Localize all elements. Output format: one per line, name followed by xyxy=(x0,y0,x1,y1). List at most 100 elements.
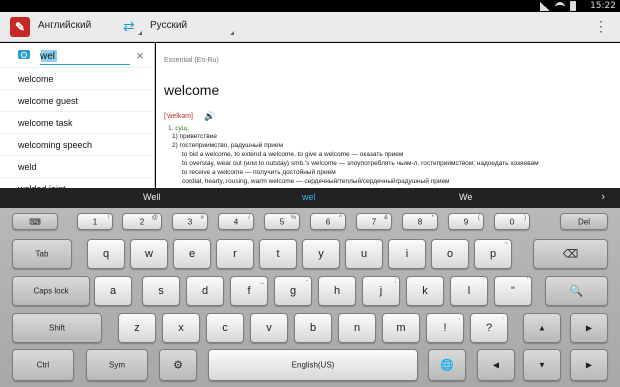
key-1[interactable]: 1! xyxy=(77,213,113,230)
key-6[interactable]: 6 ^ xyxy=(310,213,346,230)
definition-line: to receive a welcome — получить достойны… xyxy=(182,169,336,176)
key-a[interactable]: a xyxy=(94,276,132,306)
arrow-right-key-bottom[interactable]: ▶ xyxy=(570,349,608,381)
battery-icon xyxy=(570,1,576,11)
key-7[interactable]: 7 & xyxy=(356,213,392,230)
key-l[interactable]: l: xyxy=(450,276,488,306)
chevron-right-icon[interactable]: › xyxy=(601,191,605,203)
list-item[interactable]: welcome task xyxy=(0,112,154,134)
speaker-icon[interactable]: 🔊 xyxy=(204,111,215,122)
caps-lock-key[interactable]: Caps lock xyxy=(12,276,90,306)
key-5[interactable]: 5% xyxy=(264,213,300,230)
list-item[interactable]: welcome guest xyxy=(0,90,154,112)
entry-pane: Essential (En-Ru) welcome ['welkəm] 🔊 1.… xyxy=(156,43,620,188)
key-quote[interactable]: " ' xyxy=(494,276,532,306)
shift-key[interactable]: Shift xyxy=(12,313,102,343)
list-item[interactable]: welded joint xyxy=(0,178,154,188)
key-y[interactable]: y xyxy=(302,239,340,269)
headword: welcome xyxy=(164,82,220,98)
key-0[interactable]: 0) xyxy=(494,213,530,230)
definition-line: 1) приветствие xyxy=(172,133,217,140)
key-c[interactable]: c xyxy=(206,313,244,343)
delete-key[interactable]: Del xyxy=(560,213,608,230)
camera-icon[interactable] xyxy=(18,50,30,59)
dictionary-name: Essential (En-Ru) xyxy=(164,57,219,64)
suggestion-item[interactable]: wel xyxy=(302,192,316,202)
key-i[interactable]: i xyxy=(388,239,426,269)
key-8[interactable]: 8 * xyxy=(402,213,438,230)
arrow-down-key[interactable]: ▼ xyxy=(523,349,561,381)
overflow-menu-icon[interactable]: ⋮ xyxy=(594,18,608,34)
clear-icon[interactable]: × xyxy=(136,48,144,63)
key-h[interactable]: h xyxy=(318,276,356,306)
source-language-label: Английский xyxy=(38,20,92,31)
list-item[interactable]: welcome xyxy=(0,68,154,90)
globe-icon: 🌐 xyxy=(440,359,454,372)
backspace-key[interactable]: ⌫ xyxy=(533,239,608,269)
sym-key[interactable]: Sym xyxy=(86,349,148,381)
key-z[interactable]: z xyxy=(118,313,156,343)
app-logo-icon[interactable]: ✎ xyxy=(10,17,30,37)
key-9[interactable]: 9( xyxy=(448,213,484,230)
key-q[interactable]: q xyxy=(87,239,125,269)
arrow-left-icon: ◀ xyxy=(492,360,500,370)
action-bar: ✎ Английский ⇄ Русский ⋮ xyxy=(0,12,620,42)
arrow-right-key[interactable]: ▶ xyxy=(570,313,608,343)
key-e[interactable]: e xyxy=(173,239,211,269)
arrow-down-icon: ▼ xyxy=(538,360,546,370)
arrow-right-icon: ▶ xyxy=(585,323,593,333)
key-w[interactable]: w xyxy=(130,239,168,269)
target-language-spinner[interactable]: Русский xyxy=(150,20,234,35)
suggestion-item[interactable]: Well xyxy=(143,192,160,202)
key-n[interactable]: n xyxy=(338,313,376,343)
search-row: × xyxy=(0,43,154,68)
key-x[interactable]: x xyxy=(162,313,200,343)
word-list: welcome welcome guest welcome task welco… xyxy=(0,68,154,188)
dropdown-triangle-icon xyxy=(230,31,234,35)
arrow-right-icon: ▶ xyxy=(585,360,593,370)
search-key[interactable]: 🔍 xyxy=(545,276,608,306)
key-question[interactable]: ?. xyxy=(470,313,508,343)
search-input[interactable] xyxy=(40,48,130,65)
key-4[interactable]: 4/ xyxy=(218,213,254,230)
key-t[interactable]: t xyxy=(259,239,297,269)
arrow-up-key[interactable]: ▲ xyxy=(523,313,561,343)
list-item[interactable]: welcoming speech xyxy=(0,134,154,156)
keyboard-hide-key[interactable]: ⌨ xyxy=(12,213,58,230)
space-key[interactable]: English(US) xyxy=(208,349,418,381)
wifi-icon xyxy=(555,1,565,11)
list-item[interactable]: weld xyxy=(0,156,154,178)
transcription: ['welkəm] xyxy=(164,113,193,120)
key-b[interactable]: b xyxy=(294,313,332,343)
key-u[interactable]: u xyxy=(345,239,383,269)
key-g[interactable]: g- xyxy=(274,276,312,306)
gear-icon: ⚙ xyxy=(173,359,183,372)
key-p[interactable]: p ~ xyxy=(474,239,512,269)
key-r[interactable]: r xyxy=(216,239,254,269)
tab-key[interactable]: Tab xyxy=(12,239,72,269)
settings-key[interactable]: ⚙ xyxy=(159,349,197,381)
key-exclamation[interactable]: !, xyxy=(426,313,464,343)
key-v[interactable]: v xyxy=(250,313,288,343)
dropdown-triangle-icon xyxy=(138,31,142,35)
suggestion-strip: Well wel We › xyxy=(0,188,620,208)
keyboard-icon: ⌨ xyxy=(29,217,41,226)
arrow-left-key[interactable]: ◀ xyxy=(477,349,515,381)
suggestion-item[interactable]: We xyxy=(459,192,472,202)
definition-line: 2) гостеприимство, радушный прием xyxy=(172,142,283,149)
key-2[interactable]: 2 @ xyxy=(122,213,162,230)
swap-arrows-icon[interactable]: ⇄ xyxy=(123,18,135,35)
key-f[interactable]: f _ xyxy=(230,276,268,306)
key-3[interactable]: 3 # xyxy=(172,213,208,230)
key-m[interactable]: m xyxy=(382,313,420,343)
ctrl-key[interactable]: Ctrl xyxy=(12,349,74,381)
status-icons xyxy=(540,1,576,11)
language-key[interactable]: 🌐 xyxy=(428,349,466,381)
key-o[interactable]: o xyxy=(431,239,469,269)
key-k[interactable]: k xyxy=(406,276,444,306)
target-language-label: Русский xyxy=(150,20,188,31)
key-d[interactable]: d xyxy=(186,276,224,306)
definition-line: to overstay, wear out (или to outstay) s… xyxy=(182,160,539,167)
key-s[interactable]: s xyxy=(142,276,180,306)
key-j[interactable]: j; xyxy=(362,276,400,306)
